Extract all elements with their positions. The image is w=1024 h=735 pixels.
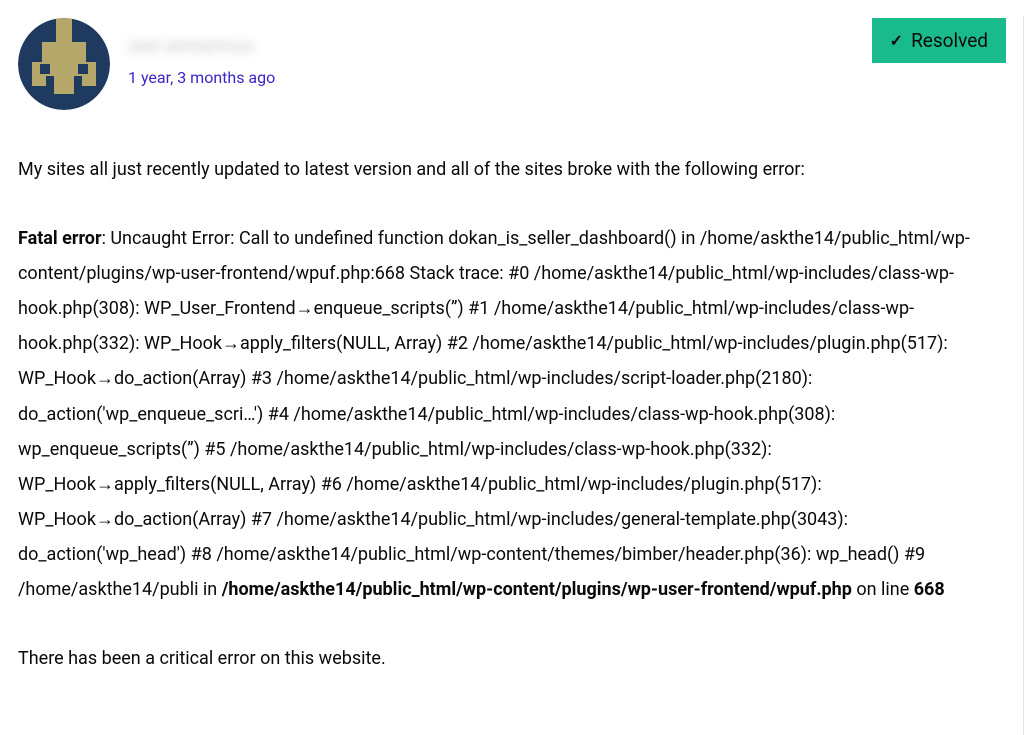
error-line-number: 668 bbox=[914, 579, 945, 600]
avatar[interactable] bbox=[18, 18, 110, 110]
post-meta: user anonymous 1 year, 3 months ago bbox=[128, 18, 275, 87]
error-paragraph: Fatal error: Uncaught Error: Call to und… bbox=[18, 221, 1006, 607]
resolved-label: Resolved bbox=[911, 29, 988, 52]
resolved-badge: ✓ Resolved bbox=[872, 18, 1006, 63]
check-icon: ✓ bbox=[890, 33, 903, 49]
error-on-line: on line bbox=[852, 579, 914, 600]
error-path: /home/askthe14/public_html/wp-content/pl… bbox=[222, 579, 852, 600]
fatal-error-label: Fatal error bbox=[18, 228, 102, 249]
error-trace: : Uncaught Error: Call to undefined func… bbox=[18, 228, 970, 600]
intro-paragraph: My sites all just recently updated to la… bbox=[18, 152, 1006, 187]
post-body: My sites all just recently updated to la… bbox=[18, 152, 1006, 676]
username-obscured: user anonymous bbox=[128, 36, 275, 58]
post-timestamp-link[interactable]: 1 year, 3 months ago bbox=[128, 68, 275, 87]
closing-paragraph: There has been a critical error on this … bbox=[18, 641, 1006, 676]
post-header: user anonymous 1 year, 3 months ago ✓ Re… bbox=[18, 18, 1006, 110]
post-container: user anonymous 1 year, 3 months ago ✓ Re… bbox=[0, 0, 1024, 676]
